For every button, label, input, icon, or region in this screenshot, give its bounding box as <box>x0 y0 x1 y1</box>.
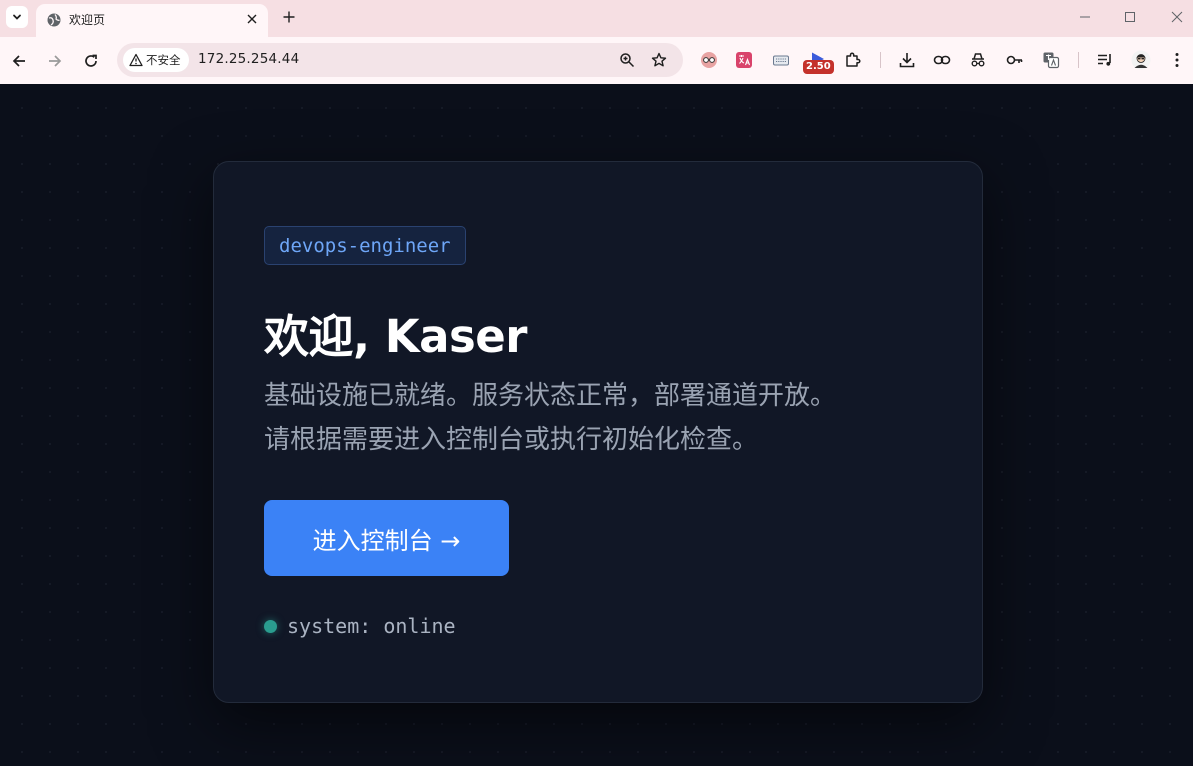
reload-icon <box>85 54 97 67</box>
tab-strip: 欢迎页 <box>0 0 1193 37</box>
tab-search-button[interactable] <box>6 6 28 28</box>
tab-active[interactable]: 欢迎页 <box>36 4 268 37</box>
passwords-button[interactable] <box>1004 49 1026 71</box>
toolbar-divider <box>1078 52 1079 68</box>
chevron-down-icon <box>13 14 21 20</box>
queue-music-icon <box>1098 54 1111 66</box>
star-icon <box>651 52 667 67</box>
arrow-left-icon <box>12 55 25 67</box>
arrow-right-icon <box>49 55 62 67</box>
tab-title: 欢迎页 <box>69 13 106 27</box>
link-icon <box>933 55 951 65</box>
tab-close-button[interactable] <box>244 11 260 27</box>
keyboard-icon <box>773 55 789 66</box>
download-icon <box>899 53 915 68</box>
minimize-icon <box>1080 16 1090 18</box>
page-title: 欢迎, Kaser <box>264 310 528 363</box>
avatar <box>1131 50 1151 70</box>
zoom-button[interactable] <box>618 51 636 69</box>
close-icon <box>247 14 257 24</box>
browser-toolbar: 不安全 172.25.254.44 2.50 <box>0 37 1193 84</box>
translate-icon <box>736 52 752 68</box>
incognito-button[interactable] <box>967 49 989 71</box>
more-vert-icon <box>1175 53 1179 67</box>
extension-keyboard-button[interactable] <box>770 49 792 71</box>
role-tag: devops-engineer <box>264 226 466 265</box>
security-label: 不安全 <box>146 53 181 67</box>
new-tab-button[interactable] <box>279 7 299 27</box>
status-dot-icon <box>264 619 277 633</box>
profile-button[interactable] <box>1130 49 1152 71</box>
globe-icon <box>47 13 61 27</box>
warning-icon <box>129 53 143 67</box>
reading-list-button[interactable] <box>1094 49 1116 71</box>
enter-console-button[interactable]: 进入控制台 → <box>264 500 509 576</box>
spy-face-icon <box>701 52 717 68</box>
back-button[interactable] <box>8 50 30 72</box>
system-status: system: online <box>264 614 456 638</box>
page-background: devops-engineer 欢迎, Kaser 基础设施已就绪。服务状态正常… <box>0 84 1193 766</box>
extension-translate-button[interactable] <box>733 49 755 71</box>
key-icon <box>1006 55 1023 65</box>
extension-spy-button[interactable] <box>698 49 720 71</box>
reload-button[interactable] <box>80 50 102 72</box>
subtitle-line: 基础设施已就绪。服务状态正常，部署通道开放。 <box>264 381 837 411</box>
downloads-button[interactable] <box>896 49 918 71</box>
subtitle: 基础设施已就绪。服务状态正常，部署通道开放。 请根据需要进入控制台或执行初始化检… <box>264 374 904 462</box>
puzzle-icon <box>846 52 861 67</box>
subtitle-line: 请根据需要进入控制台或执行初始化检查。 <box>264 425 759 455</box>
page-translate-button[interactable] <box>1040 49 1062 71</box>
status-text: system: online <box>287 614 456 638</box>
close-icon <box>1171 11 1183 23</box>
bookmark-button[interactable] <box>650 51 668 69</box>
welcome-card: devops-engineer 欢迎, Kaser 基础设施已就绪。服务状态正常… <box>213 161 983 703</box>
minimize-button[interactable] <box>1075 8 1095 26</box>
maximize-icon <box>1125 12 1135 22</box>
forward-button[interactable] <box>44 50 66 72</box>
plus-icon <box>283 11 295 23</box>
maximize-button[interactable] <box>1120 8 1140 26</box>
security-chip[interactable]: 不安全 <box>123 48 189 72</box>
incognito-icon <box>971 53 985 67</box>
google-translate-icon <box>1043 52 1060 69</box>
extension-badge: 2.50 <box>803 60 834 74</box>
zoom-icon <box>620 53 635 68</box>
copy-link-button[interactable] <box>931 49 953 71</box>
url-text[interactable]: 172.25.254.44 <box>198 51 299 67</box>
toolbar-divider <box>880 52 881 68</box>
extensions-button[interactable] <box>842 49 864 71</box>
address-bar[interactable]: 不安全 172.25.254.44 <box>117 43 683 77</box>
chrome-menu-button[interactable] <box>1166 49 1188 71</box>
window-close-button[interactable] <box>1167 8 1187 26</box>
